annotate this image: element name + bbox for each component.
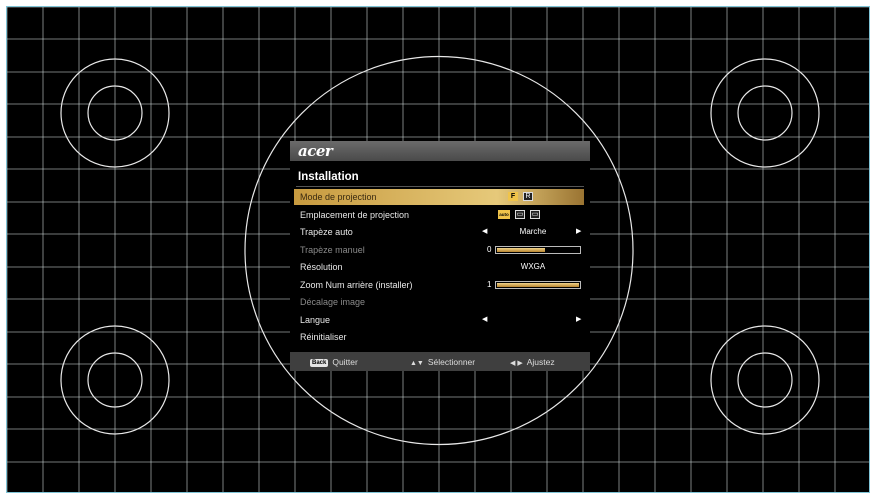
footer-adjust: ◀ ▶ Ajustez bbox=[510, 357, 555, 367]
menu-title: Installation bbox=[298, 171, 359, 183]
corner-circle-inner bbox=[737, 85, 793, 141]
menu-row[interactable]: Résolution WXGA bbox=[294, 259, 584, 275]
osd-menu: acer Installation Mode de projection F R Em… bbox=[290, 141, 590, 371]
menu-row-label: Zoom Num arrière (installer) bbox=[300, 279, 413, 290]
slider-fill bbox=[497, 247, 546, 252]
menu-row-label: Réinitialiser bbox=[300, 332, 347, 342]
menu-row[interactable]: Emplacement de projection auto ▭ ▭ bbox=[294, 207, 584, 223]
ceiling-location-icon[interactable]: ▭ bbox=[530, 209, 540, 219]
osd-footer: Back Quitter ▲▼ Sélectionner ◀ ▶ Ajustez bbox=[290, 352, 590, 371]
menu-row-label: Résolution bbox=[300, 262, 343, 272]
footer-select: ▲▼ Sélectionner bbox=[410, 357, 475, 367]
left-arrow-icon[interactable]: ◀ bbox=[482, 315, 487, 323]
menu-row[interactable]: Décalage image bbox=[294, 294, 584, 310]
desktop-location-icon[interactable]: ▭ bbox=[515, 209, 525, 219]
menu-row-label: Décalage image bbox=[300, 297, 366, 307]
rear-projection-icon[interactable]: R bbox=[523, 192, 533, 201]
menu-row[interactable]: Réinitialiser bbox=[294, 329, 584, 345]
title-divider bbox=[296, 186, 584, 187]
menu-row[interactable]: Trapèze auto ◀ Marche ▶ bbox=[294, 224, 584, 240]
projector-test-pattern: acer Installation Mode de projection F R Em… bbox=[6, 6, 870, 493]
back-key-icon: Back bbox=[310, 359, 329, 367]
slider-fill bbox=[497, 282, 579, 287]
slider-track[interactable] bbox=[495, 245, 581, 254]
brand-logo: acer bbox=[298, 142, 333, 160]
option-value: Marche bbox=[519, 227, 547, 236]
menu-row-label: Trapèze auto bbox=[300, 227, 353, 237]
menu-row[interactable]: Langue ◀ ▶ bbox=[294, 312, 584, 328]
footer-quit[interactable]: Back Quitter bbox=[310, 357, 358, 367]
menu-row-label: Trapèze manuel bbox=[300, 244, 365, 255]
menu-row[interactable]: Mode de projection F R bbox=[294, 189, 584, 205]
right-arrow-icon[interactable]: ▶ bbox=[576, 227, 581, 235]
slider-value: 1 bbox=[487, 279, 492, 289]
slider-value: 0 bbox=[487, 244, 492, 254]
menu-row-label: Mode de projection bbox=[300, 192, 377, 202]
menu-row[interactable]: Trapèze manuel 0 bbox=[294, 242, 584, 258]
corner-circle-inner bbox=[737, 352, 793, 408]
slider-track[interactable] bbox=[495, 280, 581, 289]
osd-header: acer bbox=[290, 141, 590, 161]
quit-label: Quitter bbox=[332, 357, 358, 367]
left-arrow-icon[interactable]: ◀ bbox=[482, 227, 487, 235]
resolution-value: WXGA bbox=[520, 262, 546, 271]
menu-row-label: Emplacement de projection bbox=[300, 209, 410, 220]
up-down-arrows-icon: ▲▼ bbox=[410, 360, 424, 367]
right-arrow-icon[interactable]: ▶ bbox=[576, 315, 581, 323]
front-projection-icon[interactable]: F bbox=[508, 192, 518, 201]
menu-row-label: Langue bbox=[300, 314, 331, 325]
left-right-arrows-icon: ◀ ▶ bbox=[510, 360, 523, 367]
adjust-label: Ajustez bbox=[526, 357, 555, 367]
menu-row[interactable]: Zoom Num arrière (installer) 1 bbox=[294, 277, 584, 293]
auto-location-icon[interactable]: auto bbox=[498, 209, 510, 219]
select-label: Sélectionner bbox=[427, 357, 476, 367]
